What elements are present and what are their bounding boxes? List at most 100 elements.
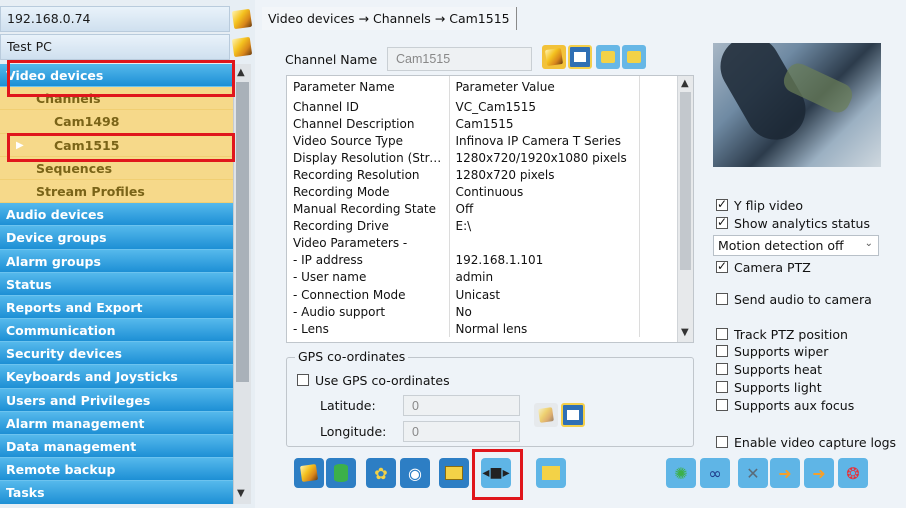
send-audio-option[interactable]: Send audio to camera	[716, 292, 872, 307]
track-ptz-option[interactable]: Track PTZ position	[716, 327, 848, 342]
edit-server-button[interactable]	[231, 7, 253, 31]
latitude-input[interactable]	[403, 395, 520, 416]
wiper-option[interactable]: Supports wiper	[716, 344, 828, 359]
tree-category[interactable]: Device groups	[0, 226, 233, 250]
pick-location-button[interactable]	[534, 403, 558, 427]
channel-name-input[interactable]	[387, 47, 532, 71]
next-button[interactable]: ➜	[770, 458, 800, 488]
table-row[interactable]: Recording Resolution 1280x720 pixels	[287, 166, 679, 184]
manual-button[interactable]	[439, 458, 469, 488]
scroll-up-arrow[interactable]: ▲	[681, 78, 689, 89]
checkbox[interactable]	[716, 381, 728, 393]
wiper-label: Supports wiper	[734, 344, 829, 359]
settings-button[interactable]: ✿	[366, 458, 396, 488]
table-row[interactable]: - Lens Normal lens	[287, 320, 679, 338]
use-gps-checkbox[interactable]: Use GPS co-ordinates	[297, 373, 450, 388]
checkbox[interactable]	[716, 293, 728, 305]
heat-option[interactable]: Supports heat	[716, 362, 822, 377]
tree-category[interactable]: Security devices	[0, 342, 233, 366]
tree-subitem[interactable]: Cam1498	[0, 110, 233, 134]
forward-button[interactable]: ➜	[804, 458, 834, 488]
table-row[interactable]: - User name admin	[287, 268, 679, 287]
table-header-row: Parameter Name Parameter Value	[287, 76, 679, 98]
checkbox[interactable]	[297, 374, 309, 386]
checkbox[interactable]	[716, 345, 728, 357]
parameter-name-cell: Manual Recording State	[287, 200, 450, 218]
gps-save-button[interactable]	[561, 403, 585, 427]
server-row-ip[interactable]: 192.168.0.74	[0, 6, 230, 32]
network-button[interactable]: ✺	[666, 458, 696, 488]
table-row[interactable]: Manual Recording State Off	[287, 200, 679, 218]
tree-category[interactable]: Communication	[0, 319, 233, 343]
tree-scrollbar[interactable]: ▲ ▼	[233, 64, 251, 504]
copy-button[interactable]	[596, 45, 620, 69]
capture-logs-option[interactable]: Enable video capture logs	[716, 435, 896, 450]
table-row[interactable]: - IP address 192.168.1.101	[287, 251, 679, 269]
tree-subitem[interactable]: Stream Profiles	[0, 179, 233, 204]
tree-category[interactable]: Data management	[0, 435, 233, 459]
longitude-input[interactable]	[403, 421, 520, 442]
camera-preview	[713, 43, 881, 167]
server-row-pc[interactable]: Test PC	[0, 34, 230, 60]
header-parameter-name: Parameter Name	[287, 76, 450, 98]
camera-ptz-option[interactable]: Camera PTZ	[716, 259, 811, 275]
alarm-button[interactable]	[536, 458, 566, 488]
tree-category[interactable]: Status	[0, 272, 233, 296]
tools-button[interactable]: ✕	[738, 458, 768, 488]
tree-category[interactable]: Alarm groups	[0, 249, 233, 273]
table-row[interactable]: Channel Description Cam1515	[287, 115, 679, 133]
checkbox[interactable]	[716, 259, 728, 273]
tree-category[interactable]: Tasks	[0, 481, 233, 504]
edit-pc-button[interactable]	[231, 35, 253, 59]
aux-focus-option[interactable]: Supports aux focus	[716, 398, 854, 413]
capture-logs-label: Enable video capture logs	[734, 435, 897, 450]
tree-category[interactable]: Audio devices	[0, 203, 233, 227]
pencil-icon	[299, 463, 319, 483]
storage-button[interactable]	[326, 458, 356, 488]
light-option[interactable]: Supports light	[716, 380, 822, 395]
checkbox[interactable]	[716, 363, 728, 375]
highlight-cam1515	[7, 133, 235, 162]
scroll-down-arrow[interactable]: ▼	[237, 488, 245, 499]
paste-button[interactable]	[622, 45, 646, 69]
motion-detection-value: Motion detection off	[718, 238, 844, 253]
table-row[interactable]: Display Resolution (Stre... 1280x720/1920…	[287, 149, 679, 167]
edit-channel-button[interactable]	[294, 458, 324, 488]
help-button[interactable]: ❂	[838, 458, 868, 488]
checkbox[interactable]	[716, 436, 728, 448]
extra-cell	[639, 166, 679, 184]
checkbox[interactable]	[716, 328, 728, 340]
motion-detection-select[interactable]: Motion detection off ⌄	[713, 235, 879, 256]
edit-button[interactable]	[542, 45, 566, 69]
scroll-up-arrow[interactable]: ▲	[237, 67, 245, 78]
tree-category[interactable]: Users and Privileges	[0, 388, 233, 412]
table-row[interactable]: Video Source Type Infinova IP Camera T Se…	[287, 132, 679, 150]
extra-cell	[639, 183, 679, 201]
tree-category[interactable]: Reports and Export	[0, 295, 233, 320]
table-row[interactable]: Channel ID VC_Cam1515	[287, 98, 679, 116]
table-scrollbar[interactable]: ▲ ▼	[677, 76, 693, 342]
y-flip-option[interactable]: Y flip video	[716, 197, 803, 213]
checkbox[interactable]	[716, 399, 728, 411]
checkbox[interactable]	[716, 197, 728, 211]
parameter-value-cell: Normal lens	[449, 320, 640, 338]
scroll-thumb[interactable]	[680, 92, 691, 270]
scroll-down-arrow[interactable]: ▼	[681, 327, 689, 338]
tree-label: Sequences	[36, 160, 113, 176]
tree-category[interactable]: Keyboards and Joysticks	[0, 365, 233, 389]
tree-category[interactable]: Alarm management	[0, 411, 233, 435]
scroll-thumb[interactable]	[236, 82, 249, 382]
table-row[interactable]: - Connection Mode Unicast	[287, 286, 679, 304]
table-row[interactable]: Video Parameters -	[287, 234, 679, 252]
view-button[interactable]: ∞	[700, 458, 730, 488]
table-row[interactable]: Recording Mode Continuous	[287, 183, 679, 201]
save-button[interactable]	[568, 45, 592, 69]
parameter-name-cell: - User name	[287, 268, 450, 287]
analytics-button[interactable]: ◉	[400, 458, 430, 488]
checkbox[interactable]	[716, 215, 728, 229]
table-row[interactable]: - Audio support No	[287, 303, 679, 321]
extra-cell	[639, 115, 679, 133]
table-row[interactable]: Recording Drive E:\	[287, 217, 679, 235]
show-analytics-option[interactable]: Show analytics status	[716, 215, 870, 231]
tree-category[interactable]: Remote backup	[0, 458, 233, 482]
